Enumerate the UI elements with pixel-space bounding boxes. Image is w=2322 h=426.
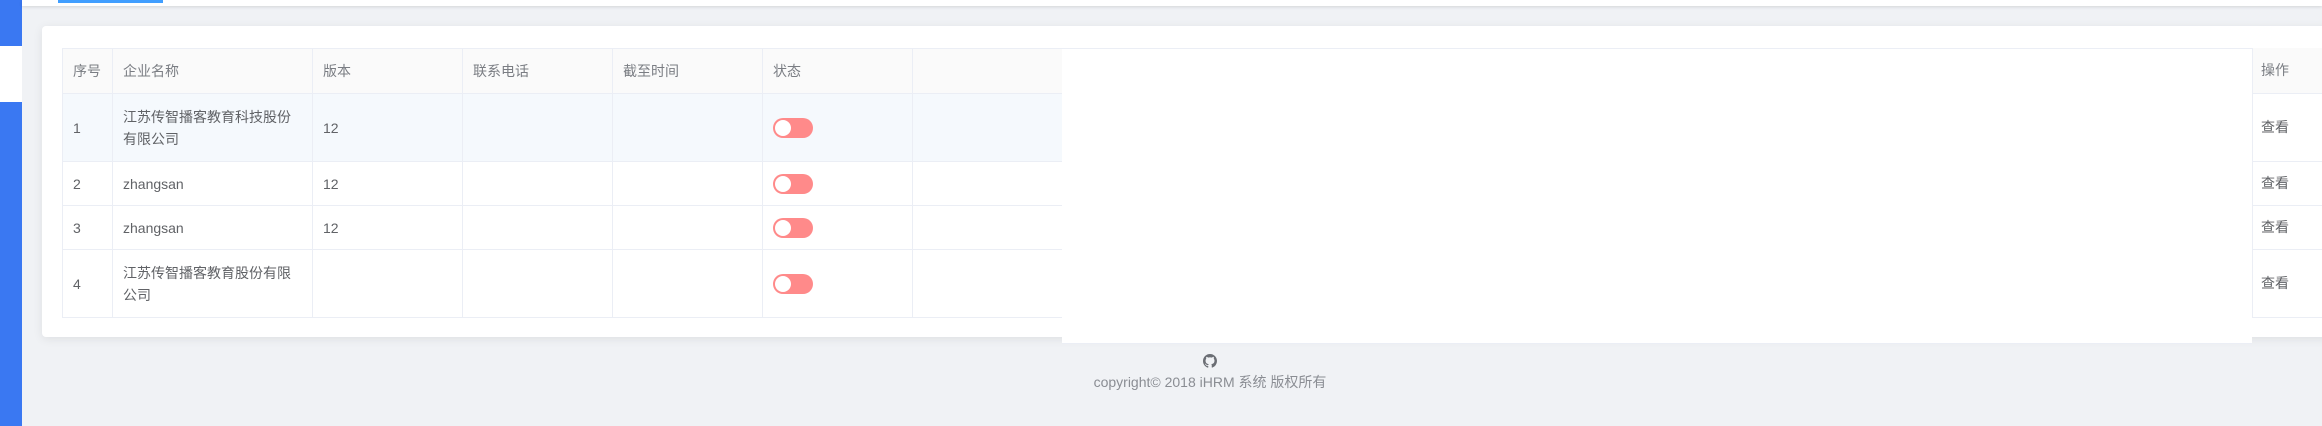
switch-knob: [775, 275, 791, 292]
table-fixed-action-column: 操作 查看 查看 查看 查看: [2252, 48, 2322, 318]
cell-status: [762, 161, 913, 206]
cell-deadline: [612, 205, 763, 250]
cell-company: 江苏传智播客教育科技股份有限公司: [112, 93, 313, 162]
cell-empty: [912, 205, 1063, 250]
page-footer: copyright© 2018 iHRM 系统 版权所有: [1000, 354, 1420, 392]
action-row: 查看: [2252, 161, 2322, 206]
view-button[interactable]: 查看: [2252, 205, 2322, 250]
action-row: 查看: [2252, 93, 2322, 162]
header-version: 版本: [312, 48, 463, 94]
cell-version: [312, 249, 463, 318]
cell-phone: [462, 161, 613, 206]
switch-knob: [775, 119, 791, 136]
copyright-text: copyright© 2018 iHRM 系统 版权所有: [1093, 374, 1327, 390]
view-button[interactable]: 查看: [2252, 161, 2322, 206]
cell-company: 江苏传智播客教育股份有限公司: [112, 249, 313, 318]
status-switch[interactable]: [773, 117, 813, 138]
cell-phone: [462, 249, 613, 318]
view-button[interactable]: 查看: [2252, 249, 2322, 318]
cell-index: 2: [62, 161, 113, 206]
content-card: 序号 企业名称 版本 联系电话 截至时间 状态 1 江苏传智播客教育科技股份有限…: [42, 26, 2322, 344]
table-row: 1 江苏传智播客教育科技股份有限公司 12: [62, 93, 1063, 162]
header-empty: [912, 48, 1063, 94]
top-navbar: [22, 0, 2322, 6]
cell-deadline: [612, 93, 763, 162]
header-phone: 联系电话: [462, 48, 613, 94]
cell-status: [762, 205, 913, 250]
cell-phone: [462, 205, 613, 250]
cell-version: 12: [312, 161, 463, 206]
switch-knob: [775, 219, 791, 236]
switch-knob: [775, 175, 791, 192]
cell-empty: [912, 161, 1063, 206]
github-icon[interactable]: [1203, 354, 1217, 368]
table-empty-area: [1062, 48, 2252, 344]
header-deadline: 截至时间: [612, 48, 763, 94]
cell-company: zhangsan: [112, 161, 313, 206]
cell-version: 12: [312, 205, 463, 250]
table-row: 3 zhangsan 12: [62, 205, 1063, 250]
cell-phone: [462, 93, 613, 162]
header-action: 操作: [2252, 48, 2322, 94]
cell-empty: [912, 93, 1063, 162]
view-button[interactable]: 查看: [2252, 93, 2322, 162]
header-status: 状态: [762, 48, 913, 94]
active-tab-indicator[interactable]: [58, 0, 163, 3]
status-switch[interactable]: [773, 217, 813, 238]
status-switch[interactable]: [773, 273, 813, 294]
sidebar: [0, 0, 22, 426]
cell-index: 3: [62, 205, 113, 250]
cell-status: [762, 249, 913, 318]
cell-version: 12: [312, 93, 463, 162]
action-row: 查看: [2252, 249, 2322, 318]
cell-empty: [912, 249, 1063, 318]
cell-company: zhangsan: [112, 205, 313, 250]
header-index: 序号: [62, 48, 113, 94]
company-table: 序号 企业名称 版本 联系电话 截至时间 状态 1 江苏传智播客教育科技股份有限…: [62, 48, 2322, 344]
company-table-main: 序号 企业名称 版本 联系电话 截至时间 状态 1 江苏传智播客教育科技股份有限…: [62, 48, 1063, 318]
table-row: 4 江苏传智播客教育股份有限公司: [62, 249, 1063, 318]
cell-deadline: [612, 249, 763, 318]
status-switch[interactable]: [773, 173, 813, 194]
table-header-row: 序号 企业名称 版本 联系电话 截至时间 状态: [62, 48, 1063, 94]
header-company: 企业名称: [112, 48, 313, 94]
cell-index: 4: [62, 249, 113, 318]
table-row: 2 zhangsan 12: [62, 161, 1063, 206]
table-header-row: 操作: [2252, 48, 2322, 94]
cell-index: 1: [62, 93, 113, 162]
sidebar-active-item[interactable]: [0, 46, 22, 102]
cell-deadline: [612, 161, 763, 206]
cell-status: [762, 93, 913, 162]
action-row: 查看: [2252, 205, 2322, 250]
